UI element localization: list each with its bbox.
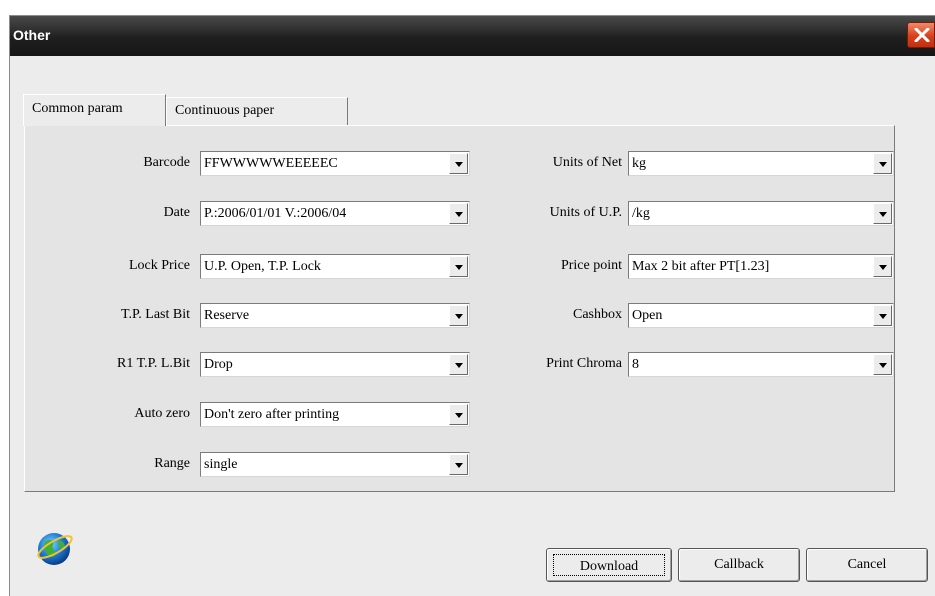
tab-continuous-paper[interactable]: Continuous paper [166,97,348,125]
chevron-down-icon[interactable] [449,305,468,326]
lock-price-value: U.P. Open, T.P. Lock [204,259,321,274]
date-select[interactable]: P.:2006/01/01 V.:2006/04 [200,201,470,226]
tp-last-bit-select[interactable]: Reserve [200,303,470,328]
units-of-net-value: kg [632,156,646,171]
r1-tp-lbit-label: R1 T.P. L.Bit [116,356,190,371]
price-point-label: Price point [560,258,622,273]
barcode-value: FFWWWWWEEEEEC [204,156,338,171]
close-icon [914,28,930,42]
print-chroma-select[interactable]: 8 [628,352,894,377]
units-of-net-select[interactable]: kg [628,151,894,176]
auto-zero-select[interactable]: Don't zero after printing [200,402,470,427]
date-label: Date [163,205,190,220]
units-of-up-value: /kg [632,206,650,221]
chevron-down-icon[interactable] [873,256,892,277]
tab-common-param[interactable]: Common param [23,94,166,126]
print-chroma-value: 8 [632,357,639,372]
price-point-select[interactable]: Max 2 bit after PT[1.23] [628,254,894,279]
units-of-up-label: Units of U.P. [549,205,622,220]
auto-zero-value: Don't zero after printing [204,407,340,422]
date-value: P.:2006/01/01 V.:2006/04 [204,206,347,221]
chevron-down-icon[interactable] [449,256,468,277]
chevron-down-icon[interactable] [449,454,468,475]
callback-button[interactable]: Callback [678,548,800,582]
r1-tp-lbit-select[interactable]: Drop [200,352,470,377]
chevron-down-icon[interactable] [449,203,468,224]
chevron-down-icon[interactable] [449,354,468,375]
auto-zero-label: Auto zero [134,406,190,421]
chevron-down-icon[interactable] [449,404,468,425]
lock-price-label: Lock Price [128,258,190,273]
r1-tp-lbit-value: Drop [204,357,233,372]
price-point-value: Max 2 bit after PT[1.23] [632,259,770,274]
download-button[interactable]: Download [546,548,672,582]
tp-last-bit-label: T.P. Last Bit [121,307,190,322]
cancel-button[interactable]: Cancel [806,548,928,582]
range-label: Range [154,456,190,471]
chevron-down-icon[interactable] [873,305,892,326]
globe-logo-icon [35,528,75,568]
title-bar[interactable]: Other [10,16,935,56]
close-button[interactable] [907,22,935,48]
cashbox-select[interactable]: Open [628,303,894,328]
chevron-down-icon[interactable] [873,153,892,174]
lock-price-select[interactable]: U.P. Open, T.P. Lock [200,254,470,279]
chevron-down-icon[interactable] [873,203,892,224]
units-of-net-label: Units of Net [552,155,622,170]
range-value: single [204,457,238,472]
download-label: Download [553,554,665,576]
window-title: Other [13,27,51,43]
range-select[interactable]: single [200,452,470,477]
chevron-down-icon[interactable] [873,354,892,375]
barcode-label: Barcode [143,155,190,170]
cashbox-label: Cashbox [573,307,622,322]
units-of-up-select[interactable]: /kg [628,201,894,226]
tp-last-bit-value: Reserve [204,308,250,323]
chevron-down-icon[interactable] [449,153,468,174]
print-chroma-label: Print Chroma [546,356,622,371]
cashbox-value: Open [632,308,663,323]
barcode-select[interactable]: FFWWWWWEEEEEC [200,151,470,176]
